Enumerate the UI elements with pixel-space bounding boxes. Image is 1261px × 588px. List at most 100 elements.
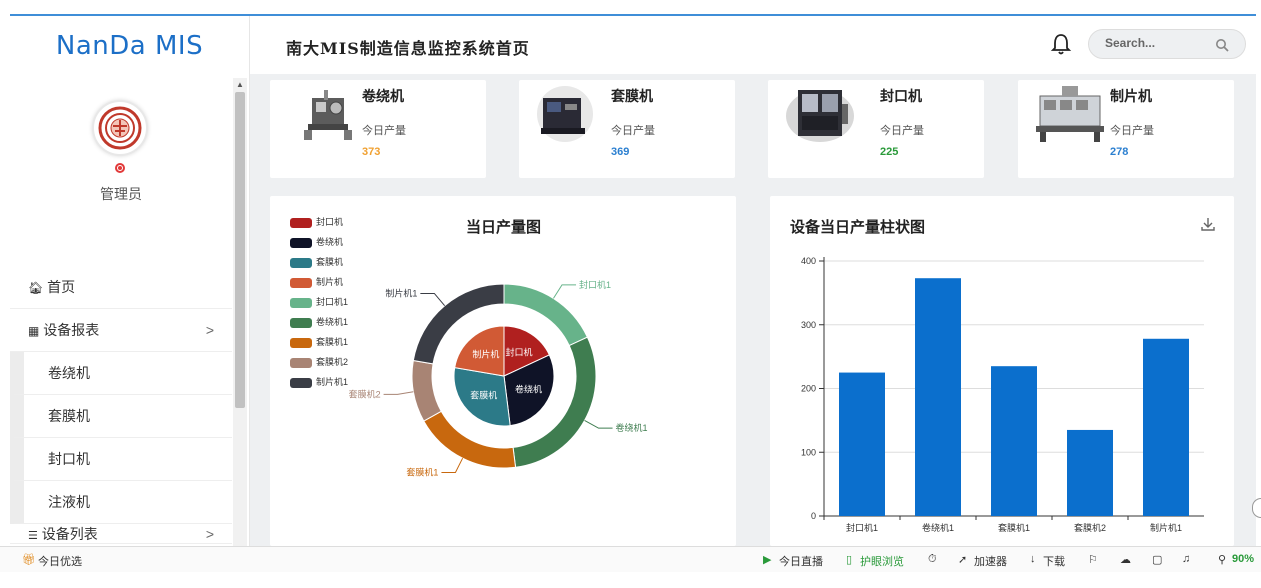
sidebar-subitem-winder[interactable]: 卷绕机 — [10, 352, 232, 395]
side-float-handle[interactable] — [1252, 498, 1261, 518]
bar[interactable] — [915, 278, 961, 516]
header: 南大MIS制造信息监控系统首页 — [250, 16, 1256, 74]
film-machine-image — [537, 86, 593, 142]
machine-output-label: 今日产量 — [1110, 125, 1154, 137]
status-live[interactable]: 今日直播 — [779, 553, 823, 569]
x-tick-label: 卷绕机1 — [922, 522, 954, 533]
pie-label-leader — [383, 391, 414, 395]
sidebar-nav: 🏠︎ 首页 ▦ 设备报表 > 卷绕机 套膜机 封口机 注液机 ☰ 设备列表 > — [10, 266, 232, 544]
machine-name: 封口机 — [880, 88, 922, 104]
sidebar: NanDa MIS 管理员 🏠︎ 首页 ▦ 设备报表 > 卷绕机 套膜机 封口机… — [10, 16, 250, 546]
chevron-right-icon: > — [205, 526, 214, 542]
bell-icon[interactable] — [1050, 32, 1072, 56]
home-icon: 🏠︎ — [28, 281, 44, 295]
machine-output-value: 278 — [1110, 146, 1129, 158]
speaker-icon[interactable]: ♫ — [1182, 553, 1190, 565]
chevron-right-icon: > — [205, 322, 214, 338]
machine-card-sealer[interactable]: 封口机 今日产量 225 — [768, 80, 984, 178]
status-eye-care[interactable]: 护眼浏览 — [860, 553, 904, 569]
pie-label-leader — [553, 284, 577, 299]
pie-label-leader — [584, 420, 613, 429]
sidebar-subitem-sealer[interactable]: 封口机 — [10, 438, 232, 481]
sidebar-item-home[interactable]: 🏠︎ 首页 — [10, 266, 232, 309]
pie-label-leader — [420, 292, 446, 307]
y-tick-label: 300 — [801, 320, 816, 330]
x-tick-label: 套膜机2 — [1074, 522, 1106, 533]
bar[interactable] — [1067, 429, 1113, 516]
browser-status-bar: 🎁︎ 今日优选 ▶ 今日直播 ▯ 护眼浏览 ⏱ ➚ 加速器 ↓ 下载 ⚐ ☁ ▢… — [0, 546, 1261, 572]
bar[interactable] — [1143, 338, 1189, 516]
sidebar-subitem-filler[interactable]: 注液机 — [10, 481, 232, 524]
university-seal-icon — [98, 106, 142, 150]
avatar[interactable] — [92, 100, 148, 156]
pie-label-leader — [441, 457, 464, 473]
pie-outer-label: 套膜机1 — [406, 466, 438, 477]
sidebar-item-reports[interactable]: ▦ 设备报表 > — [10, 309, 232, 352]
online-status-dot — [115, 163, 125, 173]
machine-card-film[interactable]: 套膜机 今日产量 369 — [519, 80, 735, 178]
pie-slice-outer[interactable] — [411, 359, 442, 422]
accelerator-icon[interactable]: ➚ — [958, 553, 967, 566]
search-icon[interactable] — [1215, 38, 1229, 52]
machine-output-value: 369 — [611, 146, 630, 158]
machine-output-label: 今日产量 — [611, 125, 655, 137]
search-box[interactable] — [1088, 29, 1246, 59]
winder-machine-image — [304, 90, 352, 140]
machine-name: 制片机 — [1110, 88, 1152, 104]
pie-chart: 封口机卷绕机 套膜机 制片机 封口机1 卷绕机1 套膜机1 套膜机2 制片机1 — [349, 279, 648, 478]
pie-outer-label: 卷绕机1 — [616, 422, 648, 433]
zoom-level[interactable]: 90% — [1232, 553, 1254, 565]
pie-inner-label: 套膜机 — [470, 389, 497, 400]
y-tick-label: 0 — [811, 511, 816, 521]
bar[interactable] — [991, 366, 1037, 516]
scroll-up-arrow-icon[interactable]: ▲ — [236, 80, 244, 89]
play-icon[interactable]: ▶ — [763, 553, 771, 566]
machine-output-label: 今日产量 — [880, 125, 924, 137]
table-icon: ▦ — [28, 324, 40, 338]
machine-card-cutter[interactable]: 制片机 今日产量 278 — [1018, 80, 1234, 178]
sealer-machine-image — [786, 90, 854, 142]
x-tick-label: 制片机1 — [1150, 522, 1182, 533]
y-tick-label: 400 — [801, 256, 816, 266]
search-input[interactable] — [1105, 36, 1215, 50]
pie-outer-label: 制片机1 — [385, 287, 417, 298]
download-arrow-icon[interactable]: ↓ — [1030, 553, 1036, 565]
machine-output-label: 今日产量 — [362, 125, 406, 137]
eye-care-icon[interactable]: ▯ — [846, 553, 852, 566]
x-tick-label: 套膜机1 — [998, 522, 1030, 533]
window-icon[interactable]: ▢ — [1152, 553, 1162, 566]
status-download[interactable]: 下载 — [1043, 553, 1065, 569]
y-tick-label: 100 — [801, 447, 816, 457]
x-tick-label: 封口机1 — [846, 522, 878, 533]
sidebar-subitem-film[interactable]: 套膜机 — [10, 395, 232, 438]
sidebar-item-label: 首页 — [47, 279, 76, 295]
user-role: 管理员 — [100, 186, 142, 202]
machine-output-value: 373 — [362, 146, 381, 158]
list-icon: ☰ — [28, 530, 38, 542]
pie-inner-label: 卷绕机 — [515, 384, 542, 395]
pie-outer-label: 封口机1 — [579, 279, 611, 290]
history-icon[interactable]: ⏱ — [928, 553, 937, 566]
cutter-machine-image — [1036, 86, 1104, 142]
sidebar-item-label: 设备报表 — [43, 322, 100, 338]
bar-chart: 0 100 200 300 400 封口机1 卷绕机1 套膜机1 套膜机2 制片机1 — [801, 256, 1204, 533]
y-tick-label: 200 — [801, 384, 816, 394]
machine-card-winder[interactable]: 卷绕机 今日产量 373 — [270, 80, 486, 178]
status-accelerator[interactable]: 加速器 — [974, 553, 1007, 569]
gift-icon[interactable]: 🎁︎ — [22, 553, 36, 566]
sidebar-item-list[interactable]: ☰ 设备列表 > — [10, 524, 232, 544]
machine-output-value: 225 — [880, 146, 899, 158]
brand-logo-text[interactable]: NanDa MIS — [10, 16, 249, 74]
pie-inner-label: 封口机 — [506, 346, 533, 357]
flag-icon[interactable]: ⚐ — [1088, 553, 1098, 566]
sidebar-scroll-thumb[interactable] — [235, 92, 245, 408]
cloud-icon[interactable]: ☁ — [1120, 553, 1131, 566]
bar[interactable] — [839, 372, 885, 516]
zoom-icon[interactable]: ⚲ — [1218, 553, 1226, 566]
page-title: 南大MIS制造信息监控系统首页 — [286, 39, 530, 58]
sidebar-item-label: 设备列表 — [41, 526, 98, 542]
pie-outer-label: 套膜机2 — [349, 388, 381, 399]
pie-inner-label: 制片机 — [472, 349, 499, 360]
status-left-link[interactable]: 今日优选 — [38, 553, 82, 569]
machine-name: 套膜机 — [611, 88, 653, 104]
